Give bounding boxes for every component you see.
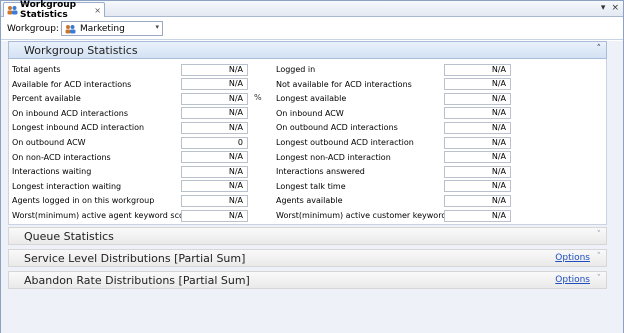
stat-label-text: Longest inbound ACD interaction: [12, 123, 145, 133]
stat-label: On outbound ACW: [12, 136, 86, 149]
stat-label-text: Interactions answered: [276, 167, 365, 177]
options-link[interactable]: Options: [555, 275, 590, 285]
workgroup-statistics-window: Workgroup Statistics × ▾ × Workgroup: Ma…: [0, 0, 624, 333]
stat-label-text: Percent available: [12, 94, 81, 104]
toolbar: Workgroup: Marketing ▾: [1, 18, 623, 40]
stat-label-text: On inbound ACD interactions: [12, 108, 128, 118]
stat-label: On outbound ACD interactions: [276, 121, 398, 134]
stat-label-text: Longest interaction waiting: [12, 181, 122, 191]
stat-value-field: N/A: [444, 165, 511, 178]
stat-label-text: Longest outbound ACD interaction: [276, 138, 414, 147]
expand-chevron-icon[interactable]: ˅: [597, 230, 602, 240]
stat-value-field: N/A: [444, 78, 511, 91]
stat-label: Worst(minimum) active agent keyword scor…: [12, 209, 192, 222]
stat-value-field: N/A: [181, 180, 248, 193]
stat-label: Longest talk time: [276, 180, 346, 193]
tab-strip: Workgroup Statistics × ▾ ×: [1, 0, 623, 20]
panel-title: Service Level Distributions [Partial Sum…: [24, 251, 246, 265]
stat-label: On inbound ACW: [276, 107, 344, 120]
stat-value-field: N/A: [181, 121, 248, 134]
expand-chevron-icon[interactable]: ˅: [597, 252, 602, 262]
stat-label-text: On inbound ACW: [276, 108, 344, 118]
stat-label: Agents available: [276, 194, 343, 207]
stat-value-field: N/A: [181, 107, 248, 120]
panel-header-workgroup-statistics[interactable]: Workgroup Statistics ˄: [8, 41, 607, 59]
stat-label-text: Agents logged in on this workgroup: [12, 196, 155, 206]
stat-label: Longest available: [276, 92, 346, 105]
panel-header-service-level-distributions[interactable]: Service Level Distributions [Partial Sum…: [8, 249, 607, 267]
stat-label: Available for ACD interactions: [12, 78, 131, 91]
workgroup-icon: [65, 24, 76, 34]
stat-value-field: N/A: [444, 92, 511, 105]
stat-value-field: N/A: [444, 107, 511, 120]
stat-value-field: N/A: [181, 63, 248, 76]
stat-label: Logged in: [276, 63, 315, 76]
workgroup-select[interactable]: Marketing ▾: [60, 21, 163, 36]
stat-value-field: 0: [181, 136, 248, 149]
stat-value-field: N/A: [181, 78, 248, 91]
stat-value-field: N/A: [181, 194, 248, 207]
stat-label-text: Not available for ACD interactions: [276, 79, 412, 89]
stat-label: On non-ACD interactions: [12, 151, 111, 164]
tab-title: Workgroup Statistics: [20, 0, 77, 20]
stat-label-text: Interactions waiting: [12, 167, 92, 177]
panel-title: Workgroup Statistics: [24, 43, 138, 57]
tab-workgroup-statistics[interactable]: Workgroup Statistics ×: [3, 0, 105, 20]
stat-value-field: N/A: [181, 151, 248, 164]
tab-close-icon[interactable]: ×: [94, 6, 101, 15]
expand-chevron-icon[interactable]: ˅: [597, 274, 602, 284]
stat-label: Not available for ACD interactions: [276, 78, 412, 91]
stat-label-text: Logged in: [276, 65, 316, 74]
stat-unit: %: [254, 93, 262, 103]
stat-label-text: Longest non-ACD interaction: [276, 152, 391, 162]
panel-header-abandon-rate-distributions[interactable]: Abandon Rate Distributions [Partial Sum]…: [8, 271, 607, 289]
stat-value-field: N/A: [444, 209, 511, 222]
stat-label-text: On outbound ACD interactions: [276, 123, 398, 133]
stat-label: Agents logged in on this workgroup: [12, 194, 154, 207]
stat-label: Longest interaction waiting: [12, 180, 121, 193]
window-controls: ▾ ×: [601, 3, 619, 13]
chevron-down-icon[interactable]: ▾: [155, 23, 159, 31]
stat-label: Longest outbound ACD interaction: [276, 136, 414, 149]
workgroup-statistics-body: Total agents N/A Available for ACD interac…: [8, 59, 607, 225]
stat-label-text: Agents available: [276, 196, 343, 206]
workgroup-label: Workgroup:: [7, 23, 59, 34]
panel-title: Queue Statistics: [24, 229, 114, 243]
stat-label: Longest inbound ACD interaction: [12, 121, 144, 134]
panel-header-queue-statistics[interactable]: Queue Statistics ˅: [8, 227, 607, 245]
stat-label-text: Longest available: [276, 94, 347, 104]
stat-label: Interactions answered: [276, 165, 365, 178]
stat-label-text: Worst(minimum) active customer keyword s…: [276, 211, 471, 220]
collapse-chevron-icon[interactable]: ˄: [597, 44, 602, 54]
stat-value-field: N/A: [444, 121, 511, 134]
stat-label-text: On non-ACD interactions: [12, 152, 111, 162]
window-close-icon[interactable]: ×: [611, 3, 619, 13]
stat-value-field: N/A: [444, 180, 511, 193]
stat-label-text: Worst(minimum) active agent keyword scor…: [12, 211, 192, 220]
stat-value-field: N/A: [444, 136, 511, 149]
window-dropdown-icon[interactable]: ▾: [601, 3, 606, 13]
stat-label: Percent available: [12, 92, 81, 105]
stat-label-text: Available for ACD interactions: [12, 79, 132, 89]
stat-value-field: N/A: [444, 194, 511, 207]
stat-label: On inbound ACD interactions: [12, 107, 128, 120]
stat-label-text: Longest talk time: [276, 181, 346, 191]
stat-value-field: N/A: [181, 209, 248, 222]
stat-label: Total agents: [12, 63, 61, 76]
content-area: Workgroup Statistics ˄ Total agents N/A Av…: [1, 41, 623, 333]
stat-value-field: N/A: [444, 151, 511, 164]
stat-value-field: N/A: [181, 165, 248, 178]
stat-label-text: On outbound ACW: [12, 138, 86, 147]
stat-value-field: N/A: [444, 63, 511, 76]
panel-title: Abandon Rate Distributions [Partial Sum]: [24, 273, 250, 287]
stat-label: Worst(minimum) active customer keyword s…: [276, 209, 470, 222]
stat-label-text: Total agents: [12, 65, 61, 74]
stat-label: Longest non-ACD interaction: [276, 151, 391, 164]
stat-label: Interactions waiting: [12, 165, 91, 178]
stat-value-field: N/A: [181, 92, 248, 105]
options-link[interactable]: Options: [555, 253, 590, 263]
workgroup-select-value: Marketing: [79, 23, 125, 34]
workgroup-icon: [7, 5, 18, 15]
